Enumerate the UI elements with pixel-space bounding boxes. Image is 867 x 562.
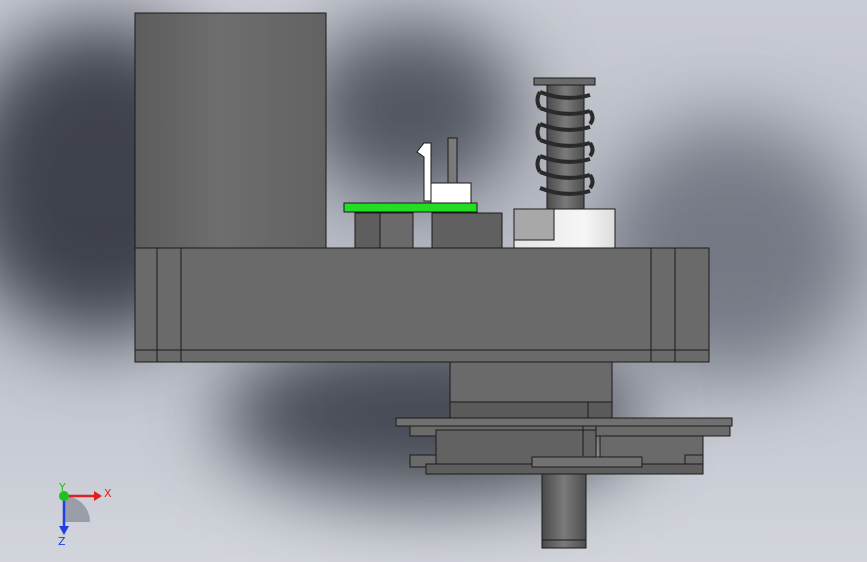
connector-housing-white xyxy=(430,182,472,204)
neck-block xyxy=(449,361,613,403)
flange-slot xyxy=(531,456,643,468)
y-axis-label: Y xyxy=(58,482,66,494)
motor-cylinder xyxy=(134,12,327,249)
main-housing xyxy=(134,247,710,363)
connector-pin-white xyxy=(416,142,432,202)
post-right xyxy=(379,212,414,249)
spring-cap xyxy=(533,77,596,86)
z-axis-label: Z xyxy=(58,535,66,546)
spring-seat-block xyxy=(513,208,555,241)
axis-triad: X Y Z xyxy=(58,482,112,546)
cad-model[interactable] xyxy=(0,0,867,562)
3d-viewport[interactable]: X Y Z xyxy=(0,0,867,562)
flange-top xyxy=(395,417,733,427)
connector-block xyxy=(431,212,503,249)
x-axis-arrow xyxy=(94,491,102,501)
highlighted-plate xyxy=(343,202,478,213)
output-shaft xyxy=(541,473,587,549)
connector-pin-grey xyxy=(447,137,458,184)
z-axis-arrow xyxy=(59,526,69,535)
x-axis-label: X xyxy=(104,487,112,500)
post-left xyxy=(354,212,381,249)
